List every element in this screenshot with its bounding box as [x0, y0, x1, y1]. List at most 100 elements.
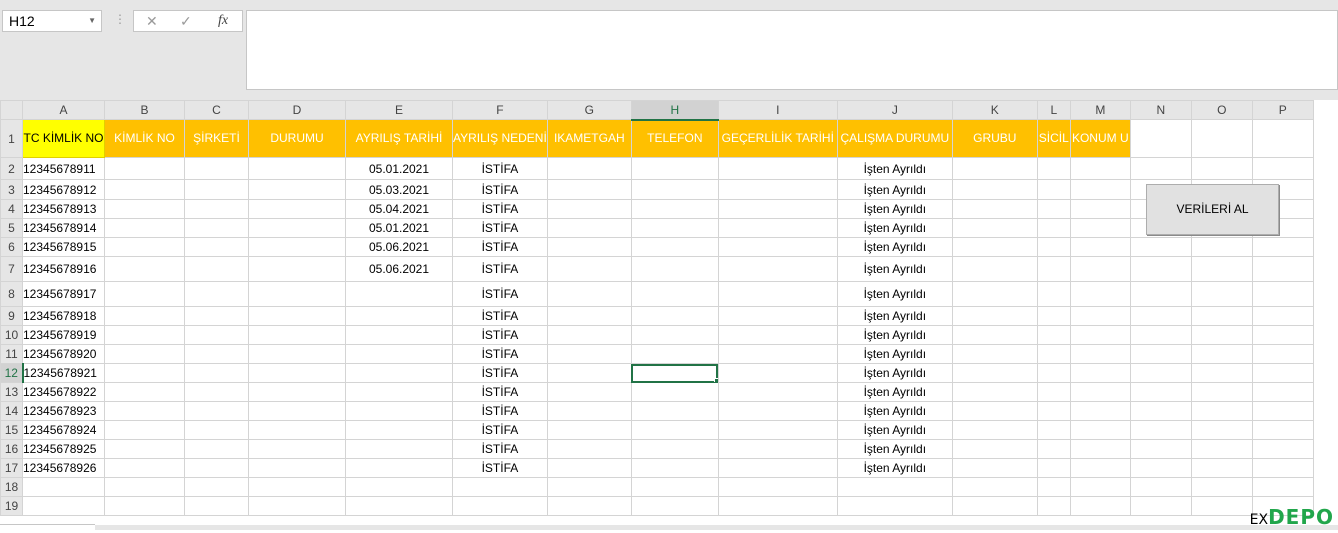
- cell[interactable]: [951, 199, 1038, 219]
- cell[interactable]: [1251, 325, 1314, 345]
- cell[interactable]: [104, 382, 185, 402]
- cell-f[interactable]: İSTİFA: [452, 363, 548, 383]
- cell[interactable]: [1069, 401, 1131, 421]
- cell[interactable]: [1069, 218, 1131, 238]
- cell[interactable]: [630, 199, 719, 219]
- cell-e[interactable]: 05.03.2021: [345, 179, 453, 200]
- cell[interactable]: [104, 344, 185, 364]
- cell[interactable]: [1129, 363, 1192, 383]
- cell-j[interactable]: İşten Ayrıldı: [836, 439, 953, 459]
- cell[interactable]: [1069, 157, 1131, 180]
- cell[interactable]: [248, 439, 346, 459]
- cell[interactable]: [1251, 458, 1314, 478]
- cell[interactable]: [1069, 477, 1131, 497]
- cell[interactable]: [1036, 363, 1071, 383]
- cell[interactable]: [248, 382, 346, 402]
- cell[interactable]: [248, 496, 346, 516]
- cell[interactable]: [248, 420, 346, 440]
- cell-e[interactable]: [345, 281, 453, 307]
- cell[interactable]: [248, 306, 346, 326]
- cell[interactable]: [184, 306, 249, 326]
- cell[interactable]: [951, 458, 1038, 478]
- cell[interactable]: [104, 306, 185, 326]
- cell-j[interactable]: İşten Ayrıldı: [836, 382, 953, 402]
- row-header[interactable]: 8: [0, 281, 23, 307]
- cell-e[interactable]: [345, 344, 453, 364]
- cell[interactable]: [630, 237, 719, 257]
- cell[interactable]: [717, 439, 838, 459]
- cell-e[interactable]: [345, 401, 453, 421]
- function-icon[interactable]: fx: [218, 13, 228, 29]
- cell[interactable]: [1069, 237, 1131, 257]
- cell[interactable]: [630, 477, 719, 497]
- cell-f[interactable]: İSTİFA: [452, 218, 548, 238]
- row-header[interactable]: 14: [0, 401, 23, 421]
- cell[interactable]: [717, 401, 838, 421]
- cell[interactable]: [1036, 179, 1071, 200]
- cell-e[interactable]: [345, 458, 453, 478]
- cell[interactable]: [1190, 382, 1253, 402]
- cell[interactable]: [630, 256, 719, 282]
- header-cell-d[interactable]: DURUMU: [248, 119, 346, 158]
- cell-j[interactable]: İşten Ayrıldı: [836, 344, 953, 364]
- cell-f[interactable]: İSTİFA: [452, 382, 548, 402]
- cell[interactable]: [104, 363, 185, 383]
- cell[interactable]: [1036, 306, 1071, 326]
- row-header[interactable]: 6: [0, 237, 23, 257]
- cell[interactable]: [717, 363, 838, 383]
- column-header-n[interactable]: N: [1129, 100, 1192, 120]
- cell[interactable]: [1069, 496, 1131, 516]
- cell[interactable]: [248, 363, 346, 383]
- cell[interactable]: [717, 179, 838, 200]
- cell-e[interactable]: 05.06.2021: [345, 256, 453, 282]
- cell-a[interactable]: 12345678922: [22, 382, 105, 402]
- cell[interactable]: [248, 179, 346, 200]
- cell[interactable]: [1036, 256, 1071, 282]
- cell[interactable]: [717, 199, 838, 219]
- cell[interactable]: [1251, 439, 1314, 459]
- cell[interactable]: [104, 325, 185, 345]
- cell[interactable]: [951, 401, 1038, 421]
- cell-a[interactable]: 12345678911: [22, 157, 105, 180]
- cell[interactable]: [1190, 477, 1253, 497]
- cell[interactable]: [1069, 344, 1131, 364]
- cell[interactable]: [546, 420, 632, 440]
- cell-j[interactable]: İşten Ayrıldı: [836, 256, 953, 282]
- cell[interactable]: [1190, 439, 1253, 459]
- cell-e[interactable]: [345, 382, 453, 402]
- cell[interactable]: [951, 237, 1038, 257]
- cell-f[interactable]: İSTİFA: [452, 401, 548, 421]
- cell[interactable]: [184, 256, 249, 282]
- cell[interactable]: [1036, 237, 1071, 257]
- cell[interactable]: [630, 325, 719, 345]
- cell[interactable]: [1129, 344, 1192, 364]
- cell-e[interactable]: [345, 306, 453, 326]
- cell[interactable]: [546, 496, 632, 516]
- cell[interactable]: [248, 344, 346, 364]
- header-cell-a[interactable]: TC KİMLİK NO: [22, 119, 105, 158]
- cell[interactable]: [104, 157, 185, 180]
- cell[interactable]: [1190, 119, 1253, 158]
- cell-a[interactable]: 12345678914: [22, 218, 105, 238]
- cell[interactable]: [1129, 439, 1192, 459]
- cell[interactable]: [1190, 363, 1253, 383]
- cell[interactable]: [1190, 281, 1253, 307]
- cell[interactable]: [1036, 382, 1071, 402]
- cell-a[interactable]: 12345678917: [22, 281, 105, 307]
- header-cell-j[interactable]: ÇALIŞMA DURUMU: [836, 119, 953, 158]
- cell[interactable]: [184, 199, 249, 219]
- cell-e[interactable]: [345, 439, 453, 459]
- cell[interactable]: [184, 218, 249, 238]
- cell[interactable]: [630, 420, 719, 440]
- cell-e[interactable]: 05.04.2021: [345, 199, 453, 219]
- cell[interactable]: [951, 218, 1038, 238]
- cell[interactable]: [1251, 119, 1314, 158]
- cell-a[interactable]: 12345678912: [22, 179, 105, 200]
- column-header-a[interactable]: A: [22, 100, 105, 120]
- cell-f[interactable]: İSTİFA: [452, 256, 548, 282]
- cell[interactable]: [104, 199, 185, 219]
- row-header[interactable]: 16: [0, 439, 23, 459]
- cell-e[interactable]: 05.06.2021: [345, 237, 453, 257]
- cell[interactable]: [1251, 401, 1314, 421]
- cell[interactable]: [184, 382, 249, 402]
